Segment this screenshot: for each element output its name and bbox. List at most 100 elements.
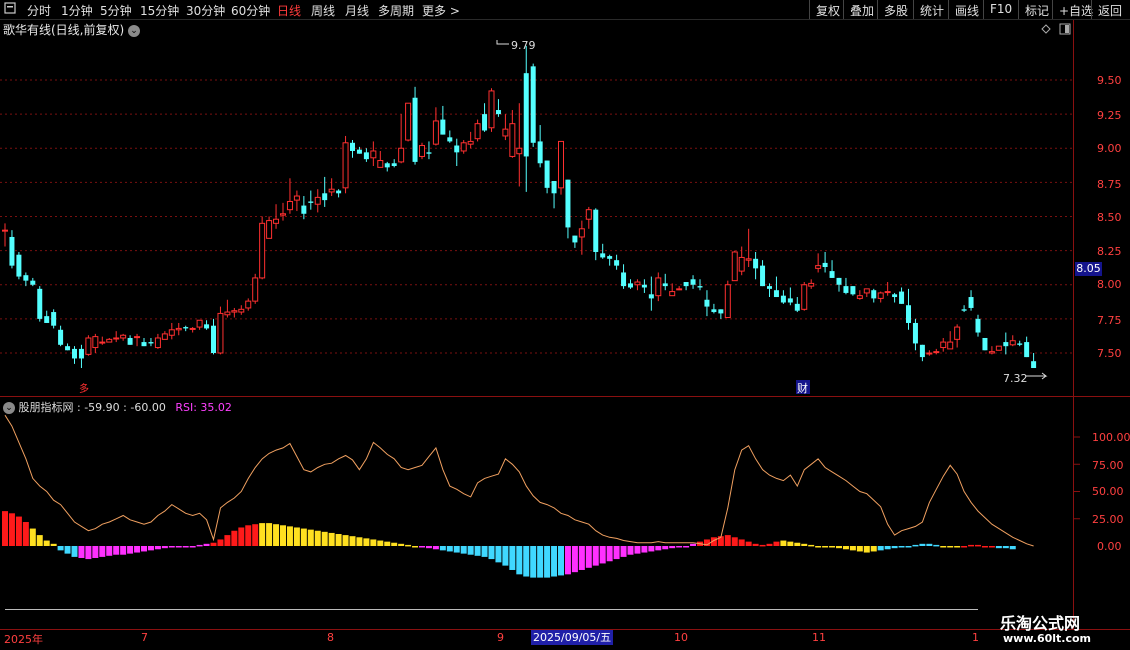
histogram-bar	[829, 546, 836, 548]
histogram-bar	[905, 546, 912, 548]
price-tick-8.50: 8.50	[1097, 211, 1122, 224]
histogram-bar	[655, 546, 662, 551]
candle-body-up	[731, 251, 738, 282]
candle-body-up	[884, 291, 891, 294]
histogram-bar	[940, 546, 947, 548]
diamond-icon[interactable]	[1041, 24, 1051, 34]
candle-body-up	[1009, 340, 1016, 346]
candle-body-down	[51, 312, 57, 326]
finance-marker-icon[interactable]: 财	[797, 381, 808, 395]
histogram-bar	[85, 546, 92, 560]
histogram-bar	[676, 546, 683, 548]
candle-body-up	[120, 334, 127, 339]
cursor-date-label: 2025/09/05/五	[531, 630, 614, 645]
date-label-aug: 8	[327, 631, 334, 644]
histogram-bar	[273, 524, 280, 546]
price-tick-9.00: 9.00	[1097, 142, 1122, 155]
candle-body-down	[356, 149, 362, 154]
candle-body-up	[926, 352, 933, 355]
candle-body-down	[718, 309, 724, 314]
histogram-bar	[995, 546, 1002, 549]
histogram-bar	[592, 546, 599, 566]
histogram-bar	[863, 546, 870, 553]
price-tick-8.75: 8.75	[1097, 178, 1122, 191]
histogram-bar	[683, 546, 690, 548]
ind-tick-25: 25.00	[1092, 513, 1124, 526]
candle-body-down	[822, 262, 828, 268]
candle-body-up	[578, 228, 585, 238]
histogram-bar	[856, 546, 863, 552]
candle-body-up	[460, 142, 467, 152]
candle-body-down	[773, 290, 779, 298]
event-marker-icon[interactable]: 多	[79, 382, 89, 395]
candle-body-up	[2, 229, 8, 232]
histogram-bar	[794, 542, 801, 546]
chevron-down-icon[interactable]: ⌄	[3, 402, 15, 414]
candle-body-down	[1017, 343, 1023, 345]
date-label-sep: 9	[497, 631, 504, 644]
candle-body-down	[641, 284, 647, 288]
candle-body-up	[113, 337, 120, 340]
candle-body-up	[474, 123, 481, 140]
price-tick-8.25: 8.25	[1097, 245, 1122, 258]
kline-chart-canvas[interactable]: 9.50 9.25 9.00 8.75 8.50 8.25 8.00 7.75 …	[0, 0, 1130, 650]
histogram-bar	[968, 544, 975, 547]
indicator-name: 股朋指标网	[18, 401, 74, 414]
histogram-bar	[954, 546, 961, 548]
histogram-bar	[335, 534, 342, 546]
price-tick-9.50: 9.50	[1097, 74, 1122, 87]
histogram-bar	[22, 522, 29, 546]
histogram-bar	[891, 546, 898, 549]
candle-body-down	[141, 342, 147, 347]
candle-body-down	[183, 327, 189, 329]
candle-body-up	[509, 123, 516, 157]
candle-body-down	[704, 299, 710, 307]
candle-body-down	[711, 309, 717, 313]
candle-body-down	[551, 181, 557, 194]
candle-body-up	[168, 329, 175, 336]
histogram-bar	[252, 524, 259, 546]
rsi-polyline	[4, 414, 1034, 547]
candle-body-up	[106, 338, 113, 343]
histogram-bar	[349, 536, 356, 546]
candle-body-up	[370, 150, 377, 159]
candle-body-up	[286, 200, 293, 211]
histogram-bar	[439, 546, 446, 551]
histogram-bar	[627, 546, 634, 555]
candle-body-up	[815, 265, 822, 269]
candle-body-up	[516, 147, 523, 155]
candle-body-down	[697, 286, 703, 288]
histogram-bar	[599, 546, 606, 564]
histogram-bar	[384, 541, 391, 546]
histogram-bar	[801, 543, 808, 546]
histogram-bar	[474, 546, 481, 556]
candle-body-down	[975, 318, 981, 333]
histogram-bar	[50, 543, 57, 546]
histogram-bar	[933, 544, 940, 547]
candle-body-up	[328, 188, 335, 193]
candle-body-up	[231, 310, 238, 313]
histogram-bar	[606, 546, 613, 562]
histogram-bar	[412, 546, 419, 548]
indicator-histogram	[2, 511, 1016, 578]
histogram-bar	[266, 523, 273, 546]
candle-body-up	[99, 341, 106, 344]
candle-body-down	[600, 253, 606, 258]
candle-body-up	[947, 341, 954, 350]
histogram-bar	[224, 535, 231, 546]
histogram-bar	[92, 546, 99, 558]
price-tick-7.50: 7.50	[1097, 347, 1122, 360]
histogram-bar	[120, 546, 127, 555]
candle-body-up	[745, 258, 752, 261]
candle-body-up	[432, 120, 439, 145]
histogram-bar	[988, 546, 995, 548]
candle-body-down	[495, 110, 501, 115]
histogram-bar	[2, 511, 8, 546]
histogram-bar	[342, 535, 349, 546]
candle-body-down	[829, 271, 835, 278]
histogram-bar	[787, 541, 794, 546]
candle-body-up	[154, 337, 161, 349]
candle-body-up	[634, 281, 641, 286]
histogram-bar	[731, 537, 738, 546]
histogram-bar	[57, 546, 64, 551]
